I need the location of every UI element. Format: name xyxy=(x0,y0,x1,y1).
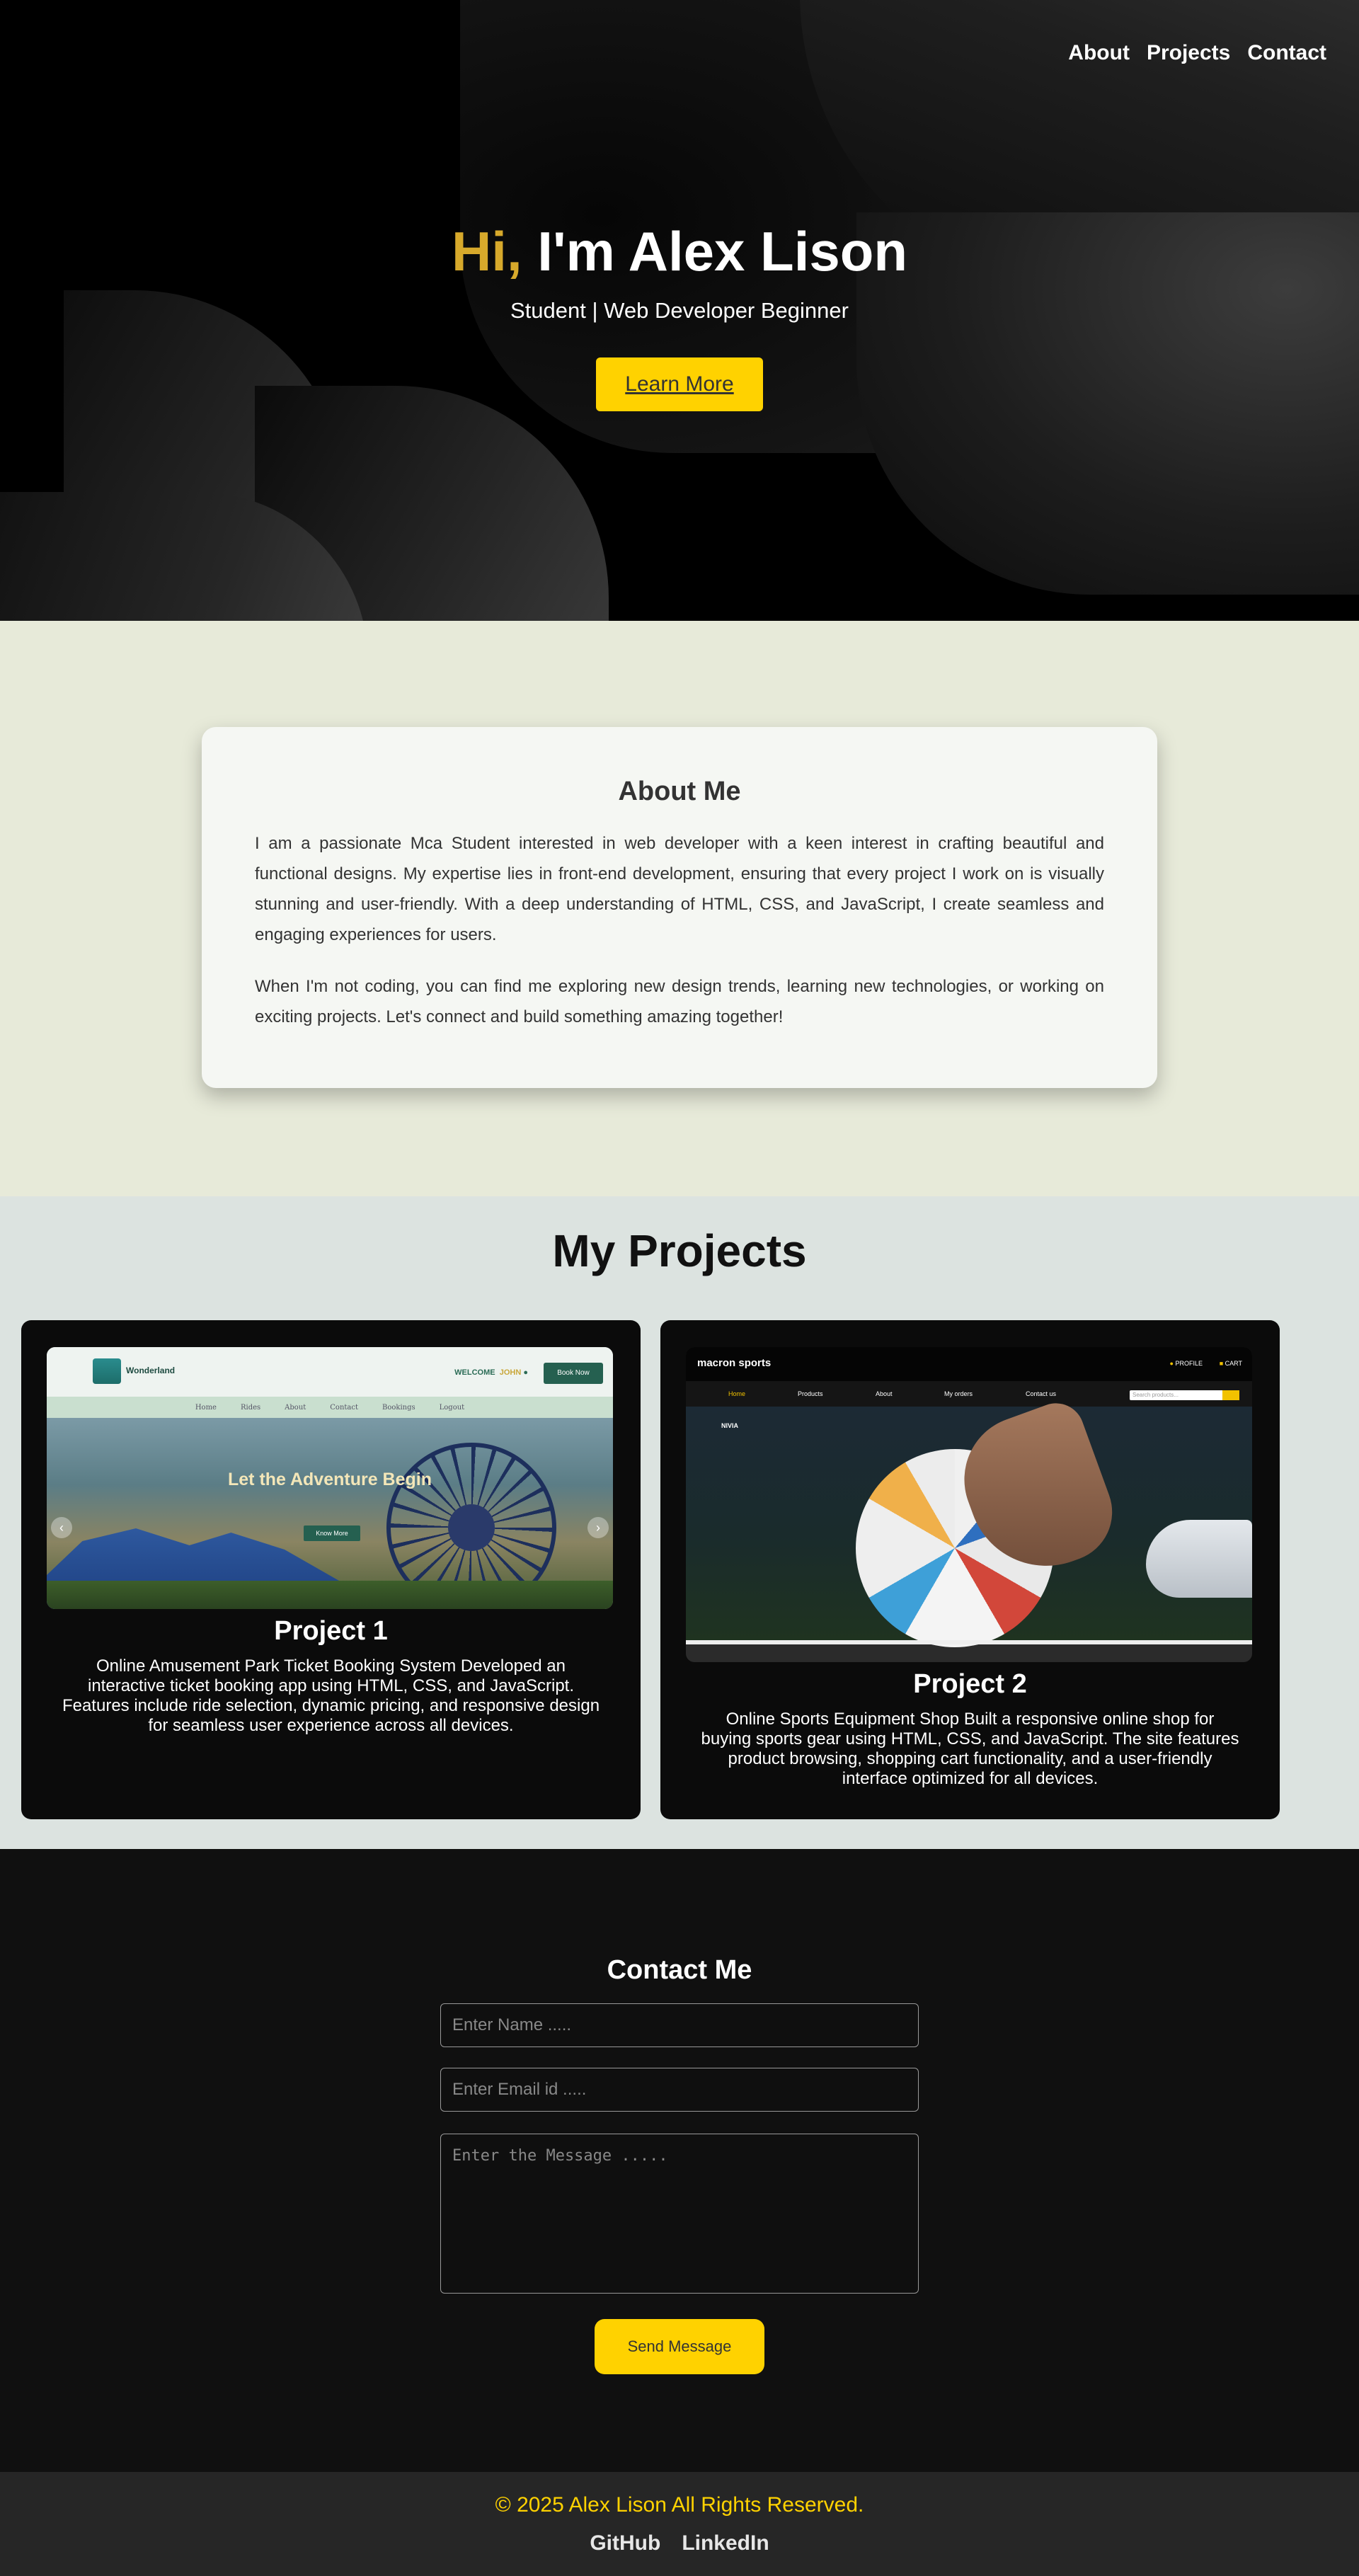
ferris-wheel-hub xyxy=(448,1504,495,1551)
chevron-left-icon: ‹ xyxy=(51,1517,72,1538)
footer-links: GitHub LinkedIn xyxy=(0,2531,1359,2555)
about-title: About Me xyxy=(618,777,741,806)
nav-contact-link[interactable]: Contact xyxy=(1247,41,1326,65)
hero-title: Hi, I'm Alex Lison xyxy=(0,219,1359,284)
preview-menu: Home Products About My orders Contact us… xyxy=(686,1381,1252,1407)
hero-decor-shape xyxy=(0,492,368,621)
copyright-text: © 2025 Alex Lison All Rights Reserved. xyxy=(495,2493,864,2517)
preview-banner-image xyxy=(47,1418,613,1609)
about-paragraph: I am a passionate Mca Student interested… xyxy=(255,834,1104,944)
project-card: Wonderland WELCOME JOHN ● Book Now Home … xyxy=(21,1320,641,1819)
preview-menu: Home Rides About Contact Bookings Logout xyxy=(47,1397,613,1418)
project-2-preview: macron sports ● PROFILE ■ CART Home Prod… xyxy=(686,1347,1252,1662)
project-1-preview: Wonderland WELCOME JOHN ● Book Now Home … xyxy=(47,1347,613,1609)
preview-banner-text: Let the Adventure Begin xyxy=(228,1470,432,1489)
projects-title: My Projects xyxy=(552,1225,807,1276)
preview-book-button: Book Now xyxy=(544,1363,603,1384)
preview-search: Search products... xyxy=(1130,1390,1239,1400)
linkedin-link[interactable]: LinkedIn xyxy=(682,2531,769,2555)
divider xyxy=(686,1640,1252,1644)
hero-section: About Projects Contact Hi, I'm Alex Liso… xyxy=(0,0,1359,621)
projects-section: My Projects Wonderland WELCOME JOHN ● Bo… xyxy=(0,1196,1359,1849)
project-title: Project 2 xyxy=(913,1669,1027,1699)
github-link[interactable]: GitHub xyxy=(590,2531,660,2555)
hero-decor-shape xyxy=(255,386,609,621)
preview-brand: Wonderland xyxy=(126,1366,176,1375)
preview-profile: ● PROFILE xyxy=(1169,1360,1203,1367)
name-input[interactable] xyxy=(440,2003,919,2047)
preview-brand: macron sports xyxy=(697,1357,772,1369)
nav-projects-link[interactable]: Projects xyxy=(1147,41,1230,65)
chevron-right-icon: › xyxy=(587,1517,609,1538)
preview-header: macron sports ● PROFILE ■ CART xyxy=(686,1347,1252,1381)
preview-hero-logo: NIVIA xyxy=(721,1422,738,1429)
trees xyxy=(47,1581,613,1609)
preview-cart: ■ CART xyxy=(1219,1360,1242,1367)
preview-hero-image: NIVIA xyxy=(686,1395,1252,1647)
search-icon xyxy=(1222,1390,1239,1400)
about-paragraph: When I'm not coding, you can find me exp… xyxy=(255,977,1104,1026)
email-input[interactable] xyxy=(440,2068,919,2112)
shoe xyxy=(1146,1520,1252,1598)
preview-welcome: WELCOME JOHN ● xyxy=(454,1368,528,1377)
nav-about-link[interactable]: About xyxy=(1068,41,1130,65)
contact-section: Contact Me Send Message xyxy=(0,1849,1359,2472)
hero-name: I'm Alex Lison xyxy=(537,220,908,282)
hero-content: Hi, I'm Alex Lison Student | Web Develop… xyxy=(0,219,1359,411)
hero-greeting: Hi, xyxy=(451,220,522,282)
castle-logo-icon xyxy=(93,1358,121,1384)
user-icon: ● xyxy=(1169,1360,1174,1367)
preview-know-more-button: Know More xyxy=(304,1525,360,1541)
contact-title: Contact Me xyxy=(607,1955,752,1985)
send-message-button[interactable]: Send Message xyxy=(595,2319,764,2374)
project-description: Online Amusement Park Ticket Booking Sys… xyxy=(62,1656,600,1735)
message-textarea[interactable] xyxy=(440,2134,919,2294)
project-description: Online Sports Equipment Shop Built a res… xyxy=(701,1710,1239,1788)
project-title: Project 1 xyxy=(274,1616,388,1646)
about-card: About Me I am a passionate Mca Student i… xyxy=(202,727,1157,1088)
user-icon: ● xyxy=(523,1368,528,1377)
footer: © 2025 Alex Lison All Rights Reserved. G… xyxy=(0,2472,1359,2576)
top-nav: About Projects Contact xyxy=(1068,41,1326,65)
preview-header: Wonderland WELCOME JOHN ● Book Now xyxy=(47,1347,613,1397)
project-card: macron sports ● PROFILE ■ CART Home Prod… xyxy=(660,1320,1280,1819)
about-section: About Me I am a passionate Mca Student i… xyxy=(0,621,1359,1196)
cart-icon: ■ xyxy=(1219,1360,1224,1367)
learn-more-button[interactable]: Learn More xyxy=(596,357,763,411)
hero-subtitle: Student | Web Developer Beginner xyxy=(510,298,849,323)
